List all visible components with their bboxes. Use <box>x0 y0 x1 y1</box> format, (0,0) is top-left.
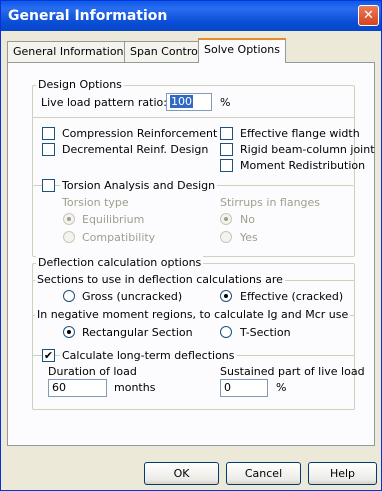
moment-redistribution-label: Moment Redistribution <box>240 159 366 172</box>
effective-radio[interactable] <box>220 290 232 302</box>
sustained-input[interactable]: 0 <box>220 379 268 397</box>
sustained-unit: % <box>276 381 287 394</box>
effective-flange-width-label: Effective flange width <box>240 127 360 140</box>
tsection-label: T-Section <box>240 326 291 339</box>
deflection-label: Deflection calculation options <box>36 256 204 269</box>
sustained-value: 0 <box>224 381 231 394</box>
rectangular-label: Rectangular Section <box>82 326 193 339</box>
tab-solve-options[interactable]: Solve Options <box>198 38 286 63</box>
moment-redistribution-checkbox[interactable] <box>220 159 233 172</box>
title-bar[interactable]: General Information <box>1 1 381 31</box>
live-load-unit: % <box>220 96 231 109</box>
torsion-label: Torsion Analysis and Design <box>60 179 218 192</box>
tab-label: Solve Options <box>204 43 280 56</box>
cancel-button[interactable]: Cancel <box>226 462 301 485</box>
stirrups-yes-radio[interactable] <box>220 231 232 243</box>
live-load-label: Live load pattern ratio: <box>41 96 167 109</box>
design-options-label: Design Options <box>36 78 124 91</box>
long-term-label: Calculate long-term deflections <box>60 349 237 362</box>
tab-span-control[interactable]: Span Control <box>124 41 207 62</box>
help-button[interactable]: Help <box>308 462 377 485</box>
gross-radio[interactable] <box>63 290 75 302</box>
equilibrium-radio[interactable] <box>63 213 75 225</box>
tab-general-information[interactable]: General Information <box>7 41 130 62</box>
compression-reinforcement-checkbox[interactable] <box>42 127 55 140</box>
solve-options-panel: Design Options Live load pattern ratio: … <box>7 62 375 446</box>
tab-label: General Information <box>13 45 124 58</box>
ok-button[interactable]: OK <box>144 462 219 485</box>
rigid-joint-label: Rigid beam-column joint <box>240 143 375 156</box>
rectangular-radio[interactable] <box>63 326 75 338</box>
window-title: General Information <box>8 8 168 24</box>
stirrups-yes-label: Yes <box>240 231 258 244</box>
sections-label: Sections to use in deflection calculatio… <box>35 273 285 286</box>
tsection-radio[interactable] <box>220 326 232 338</box>
dialog-window: General Information ✕ General Informatio… <box>0 0 382 491</box>
divider <box>33 117 354 118</box>
stirrups-label: Stirrups in flanges <box>220 196 321 209</box>
duration-unit: months <box>114 381 156 394</box>
live-load-input[interactable]: 100 <box>166 93 212 111</box>
duration-input[interactable]: 60 <box>48 379 107 397</box>
rigid-joint-checkbox[interactable] <box>220 143 233 156</box>
equilibrium-label: Equilibrium <box>82 213 145 226</box>
long-term-checkbox[interactable]: ✔ <box>42 349 55 362</box>
compatibility-label: Compatibility <box>82 231 156 244</box>
sustained-label: Sustained part of live load <box>220 365 365 378</box>
duration-label: Duration of load <box>48 365 137 378</box>
duration-value: 60 <box>52 381 66 394</box>
tab-label: Span Control <box>130 45 201 58</box>
stirrups-no-radio[interactable] <box>220 213 232 225</box>
torsion-checkbox[interactable] <box>42 179 55 192</box>
effective-flange-width-checkbox[interactable] <box>220 127 233 140</box>
torsion-type-label: Torsion type <box>62 196 129 209</box>
decremental-reinf-label: Decremental Reinf. Design <box>62 143 209 156</box>
close-icon[interactable]: ✕ <box>358 5 379 26</box>
decremental-reinf-checkbox[interactable] <box>42 143 55 156</box>
effective-label: Effective (cracked) <box>240 290 344 303</box>
negative-moment-label: In negative moment regions, to calculate… <box>35 308 351 321</box>
live-load-value: 100 <box>170 95 193 108</box>
compression-reinforcement-label: Compression Reinforcement <box>62 127 218 140</box>
gross-label: Gross (uncracked) <box>82 290 183 303</box>
compatibility-radio[interactable] <box>63 231 75 243</box>
stirrups-no-label: No <box>240 213 255 226</box>
